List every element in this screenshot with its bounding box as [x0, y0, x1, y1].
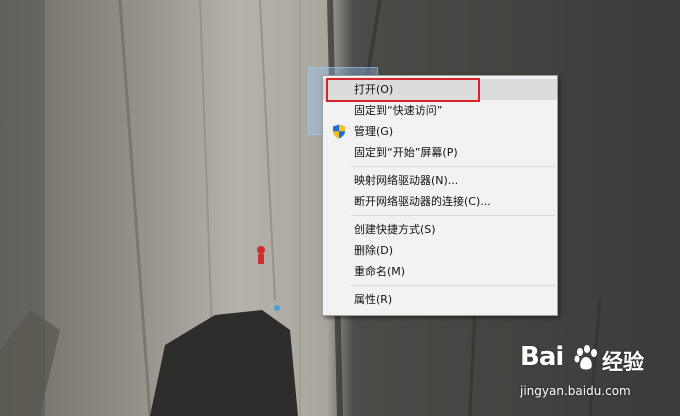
jingyan-brand-text: 经验: [602, 350, 644, 374]
menu-item-properties[interactable]: 属性(R): [323, 289, 557, 310]
menu-separator: [351, 166, 555, 167]
menu-item-label: 映射网络驱动器(N)...: [354, 174, 459, 187]
highlight-annotation-box: [326, 78, 480, 102]
menu-item-delete[interactable]: 删除(D): [323, 240, 557, 261]
menu-item-pin-start[interactable]: 固定到“开始”屏幕(P): [323, 142, 557, 163]
menu-separator: [351, 285, 555, 286]
watermark-url: jingyan.baidu.com: [520, 384, 631, 398]
menu-item-label: 固定到“开始”屏幕(P): [354, 146, 458, 159]
menu-item-label: 重命名(M): [354, 265, 406, 278]
baidu-jingyan-watermark: Bai 经验 jingyan.baidu.com: [520, 340, 670, 410]
context-menu: 打开(O) 固定到“快速访问” 管理(G) 固定到“开始”屏幕(P) 映射网络驱…: [322, 75, 558, 316]
menu-item-map-network-drive[interactable]: 映射网络驱动器(N)...: [323, 170, 557, 191]
menu-item-label: 断开网络驱动器的连接(C)...: [354, 195, 491, 208]
menu-item-label: 管理(G): [354, 125, 394, 138]
menu-item-label: 创建快捷方式(S): [354, 223, 436, 236]
menu-item-rename[interactable]: 重命名(M): [323, 261, 557, 282]
menu-item-label: 固定到“快速访问”: [354, 104, 443, 117]
menu-item-pin-quick-access[interactable]: 固定到“快速访问”: [323, 100, 557, 121]
menu-item-label: 属性(R): [354, 293, 393, 306]
shield-icon: [333, 124, 345, 139]
baidu-logo-text: Bai: [520, 342, 564, 372]
menu-item-label: 删除(D): [354, 244, 394, 257]
menu-item-manage[interactable]: 管理(G): [323, 121, 557, 142]
menu-separator: [351, 215, 555, 216]
menu-item-disconnect-network-drive[interactable]: 断开网络驱动器的连接(C)...: [323, 191, 557, 212]
menu-item-create-shortcut[interactable]: 创建快捷方式(S): [323, 219, 557, 240]
baidu-paw-icon: [574, 345, 597, 370]
